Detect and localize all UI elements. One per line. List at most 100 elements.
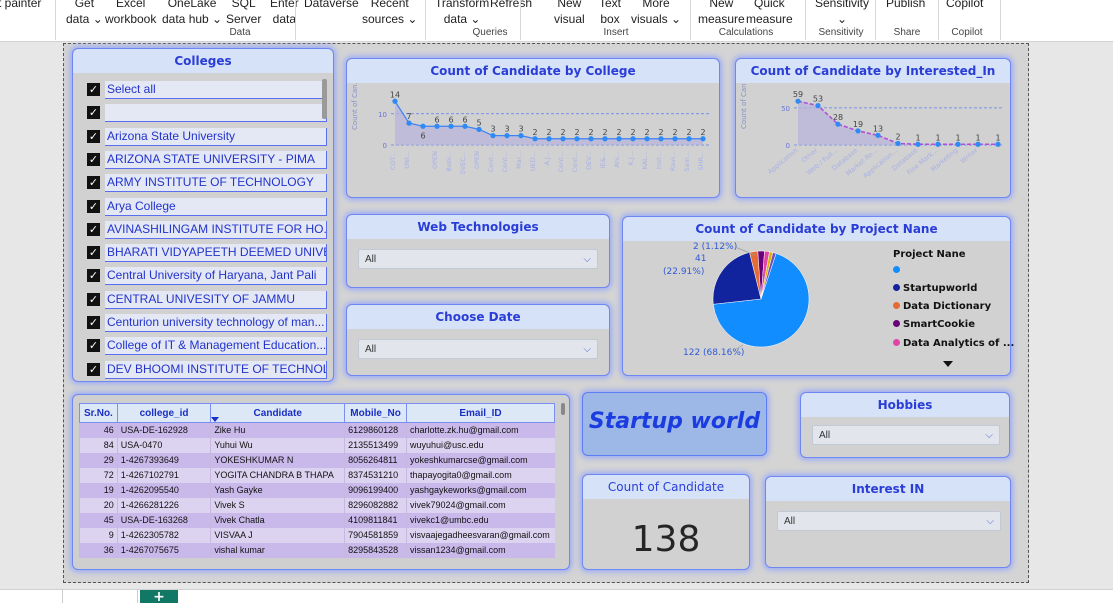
data-point[interactable] xyxy=(915,141,921,147)
college-item[interactable]: ✓ CENTRAL UNIVESITY OF JAMMU xyxy=(85,290,327,309)
data-point[interactable] xyxy=(995,141,1001,147)
college-item[interactable]: ✓ ARIZONA STATE UNIVERSITY - PIMA xyxy=(85,150,327,169)
ribbon-button-8[interactable]: Transform data ⌄ xyxy=(435,0,489,27)
data-point[interactable] xyxy=(546,136,552,142)
ribbon-button-16[interactable]: Publish xyxy=(886,0,925,11)
college-item[interactable]: ✓ Arizona State University xyxy=(85,127,327,146)
checkbox-checked-icon[interactable]: ✓ xyxy=(87,129,100,143)
ribbon-button-13[interactable]: New measure xyxy=(698,0,745,27)
table-row[interactable]: 45 USA-DE-163268 Vivek Chatla 4109811841 viv… xyxy=(79,512,555,528)
data-point[interactable] xyxy=(672,136,678,142)
checkbox-checked-icon[interactable]: ✓ xyxy=(87,106,100,120)
ribbon-button-10[interactable]: New visual xyxy=(554,0,585,27)
checkbox-checked-icon[interactable]: ✓ xyxy=(87,362,100,376)
legend-item[interactable]: Startupworld xyxy=(893,283,977,294)
checkbox-checked-icon[interactable]: ✓ xyxy=(87,316,100,329)
ribbon-button-17[interactable]: Copilot xyxy=(946,0,983,11)
college-item[interactable]: ✓ College of IT & Management Education... xyxy=(85,337,327,356)
college-item[interactable]: ✓ ARMY INSTITUTE OF TECHNOLOGY xyxy=(85,174,327,193)
ribbon-button-14[interactable]: Quick measure xyxy=(746,0,793,27)
data-point[interactable] xyxy=(518,133,524,139)
data-point[interactable] xyxy=(630,136,636,142)
legend-item[interactable]: Data Analytics of ... xyxy=(893,338,1014,349)
ribbon-button-12[interactable]: More visuals ⌄ xyxy=(631,0,681,27)
table-row[interactable]: 9 1-4262305782 VISVAA J 7904581859 visvaajeg… xyxy=(79,527,555,543)
checkbox-checked-icon[interactable]: ✓ xyxy=(87,269,100,283)
ribbon-button-6[interactable]: Dataverse xyxy=(304,0,359,11)
legend-item[interactable] xyxy=(893,265,903,276)
data-point[interactable] xyxy=(955,141,961,147)
interest-in-dropdown[interactable]: All ⌵ xyxy=(777,511,1001,531)
legend-scroll-down-icon[interactable] xyxy=(943,361,953,367)
sort-desc-icon[interactable] xyxy=(211,417,219,422)
data-point[interactable] xyxy=(490,133,496,139)
column-header-4[interactable]: Email_ID xyxy=(406,403,555,423)
data-point[interactable] xyxy=(588,136,594,142)
column-header-0[interactable]: Sr.No. xyxy=(79,403,118,423)
data-point[interactable] xyxy=(795,98,801,104)
table-row[interactable]: 29 1-4267393649 YOKESHKUMAR N 8056264811 yok… xyxy=(79,452,555,468)
table-row[interactable]: 84 USA-0470 Yuhui Wu 2135513499 wuyuhui@usc.… xyxy=(79,437,555,453)
add-page-button[interactable]: + xyxy=(140,590,178,603)
college-item[interactable]: ✓ Select all xyxy=(85,81,327,99)
data-point[interactable] xyxy=(975,141,981,147)
college-item[interactable]: ✓ xyxy=(85,104,327,123)
column-header-3[interactable]: Mobile_No xyxy=(344,403,407,423)
checkbox-checked-icon[interactable]: ✓ xyxy=(87,152,100,166)
ribbon-button-4[interactable]: SQL Server xyxy=(226,0,261,27)
checkbox-checked-icon[interactable]: ✓ xyxy=(87,339,100,353)
column-header-2[interactable]: Candidate xyxy=(210,403,346,423)
interest-line-chart[interactable]: Count of Candi... 50 0 59 53 28 19 13 2 1 1 1 1 1 Appl… xyxy=(736,83,1010,197)
slicer-scrollbar[interactable] xyxy=(322,79,327,119)
legend-item[interactable]: Data Dictionary xyxy=(893,301,991,312)
table-row[interactable]: 36 1-4267075675 vishal kumar 8295843528 viss… xyxy=(79,542,555,558)
college-item[interactable]: ✓ Central University of Haryana, Jant Pal… xyxy=(85,267,327,286)
data-point[interactable] xyxy=(935,141,941,147)
data-point[interactable] xyxy=(855,128,861,134)
data-point[interactable] xyxy=(602,136,608,142)
data-point[interactable] xyxy=(574,136,580,142)
choose-date-dropdown[interactable]: All ⌵ xyxy=(358,339,598,359)
data-point[interactable] xyxy=(815,103,821,109)
ribbon-button-2[interactable]: Excel workbook xyxy=(105,0,156,27)
college-line-chart[interactable]: Count of Can... 10014766 6 6 53 3 3 2 2 2 2 2 2 2 2 2 2 2… xyxy=(347,83,719,197)
data-point[interactable] xyxy=(420,123,426,129)
data-point[interactable] xyxy=(616,136,622,142)
checkbox-checked-icon[interactable]: ✓ xyxy=(87,246,100,260)
ribbon-button-15[interactable]: Sensitivity ⌄ xyxy=(815,0,869,27)
checkbox-checked-icon[interactable]: ✓ xyxy=(87,83,100,96)
data-point[interactable] xyxy=(392,98,398,104)
data-point[interactable] xyxy=(560,136,566,142)
data-point[interactable] xyxy=(686,136,692,142)
ribbon-button-1[interactable]: Get data ⌄ xyxy=(66,0,103,27)
data-point[interactable] xyxy=(406,120,412,126)
data-point[interactable] xyxy=(700,136,706,142)
college-item[interactable]: ✓ AVINASHILINGAM INSTITUTE FOR HO... xyxy=(85,220,327,239)
data-point[interactable] xyxy=(895,140,901,147)
checkbox-checked-icon[interactable]: ✓ xyxy=(87,199,100,213)
table-scrollbar[interactable] xyxy=(561,403,565,415)
college-item[interactable]: ✓ Arya College xyxy=(85,197,327,216)
data-point[interactable] xyxy=(875,132,881,138)
column-header-1[interactable]: college_id xyxy=(116,403,212,423)
page-tab[interactable] xyxy=(62,590,138,603)
data-point[interactable] xyxy=(644,136,650,142)
table-row[interactable]: 72 1-4267102791 YOGITA CHANDRA B THAPA 8374… xyxy=(79,467,555,483)
data-point[interactable] xyxy=(504,133,510,139)
college-item[interactable]: ✓ BHARATI VIDYAPEETH DEEMED UNIVER... xyxy=(85,244,327,263)
data-point[interactable] xyxy=(434,123,440,129)
ribbon-button-3[interactable]: OneLake data hub ⌄ xyxy=(162,0,222,27)
checkbox-checked-icon[interactable]: ✓ xyxy=(87,222,100,236)
table-row[interactable]: 19 1-4262095540 Yash Gayke 9096199400 yashga… xyxy=(79,482,555,498)
data-point[interactable] xyxy=(462,123,468,129)
ribbon-button-9[interactable]: Refresh xyxy=(490,0,532,11)
web-tech-dropdown[interactable]: All ⌵ xyxy=(358,249,598,269)
legend-item[interactable]: SmartCookie xyxy=(893,319,975,330)
data-point[interactable] xyxy=(532,136,538,142)
table-row[interactable]: 20 1-4266281226 Vivek S 8296082882 vivek7902… xyxy=(79,497,555,513)
data-point[interactable] xyxy=(448,123,454,129)
data-point[interactable] xyxy=(658,136,664,142)
college-item[interactable]: ✓ DEV BHOOMI INSTITUTE OF TECHNOL... xyxy=(85,360,327,379)
hobbies-dropdown[interactable]: All ⌵ xyxy=(812,425,1000,445)
data-point[interactable] xyxy=(476,126,482,132)
